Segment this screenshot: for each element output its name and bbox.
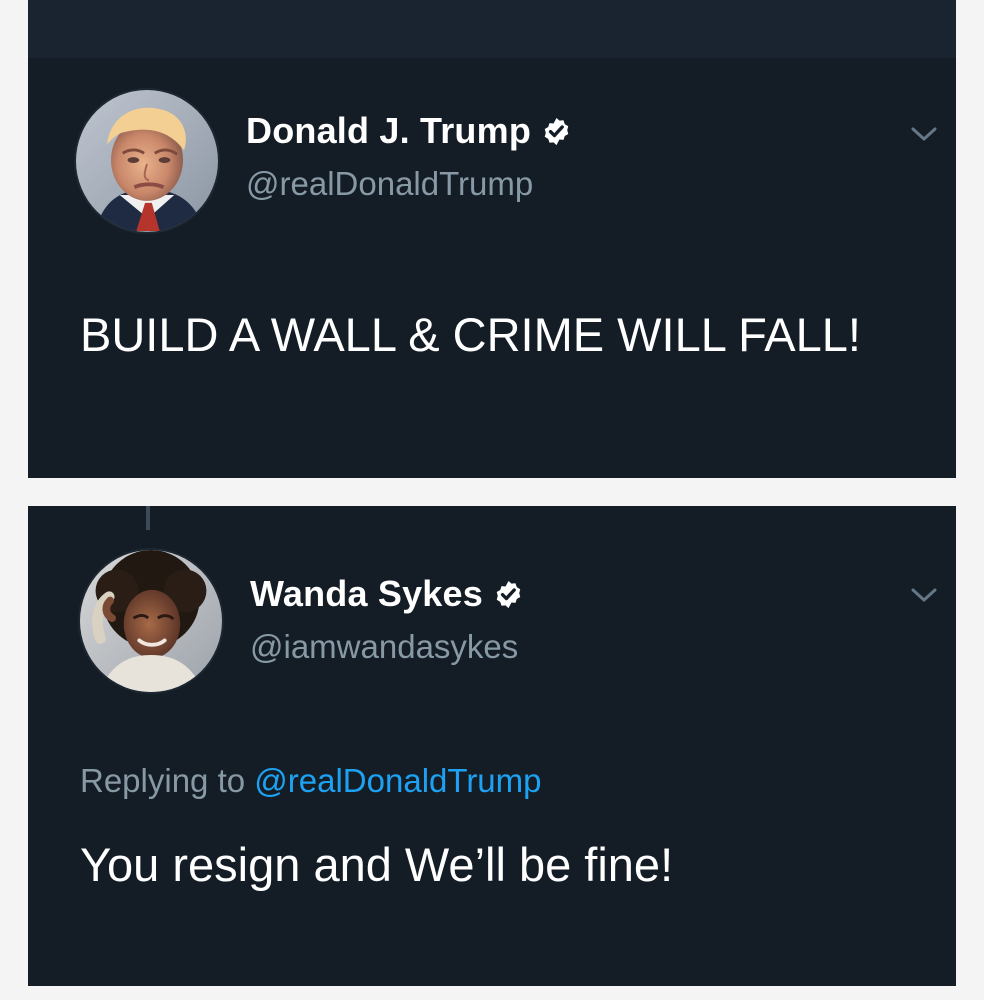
trump-avatar-image [76, 90, 218, 232]
verified-badge-icon [496, 580, 521, 608]
trump-avatar[interactable] [74, 88, 220, 234]
verified-badge-icon [544, 117, 569, 145]
screenshot-page: Donald J. Trump @realDonaldTrump BUILD A… [0, 0, 984, 1000]
replying-to-prefix: Replying to [80, 762, 246, 799]
chevron-down-icon[interactable] [910, 125, 938, 143]
trump-display-name[interactable]: Donald J. Trump [246, 113, 531, 149]
wanda-avatar-image [80, 550, 222, 692]
wanda-handle[interactable]: @iamwandasykes [250, 630, 518, 663]
trump-name-row[interactable]: Donald J. Trump [246, 113, 572, 149]
reply-tweet-card[interactable]: Wanda Sykes @iamwandasykes Replying to @… [28, 506, 956, 986]
chevron-down-icon[interactable] [910, 586, 938, 604]
original-tweet-card[interactable]: Donald J. Trump @realDonaldTrump BUILD A… [28, 0, 956, 478]
original-tweet-text: BUILD A WALL & CRIME WILL FALL! [80, 308, 861, 361]
wanda-name-row[interactable]: Wanda Sykes [250, 576, 524, 612]
thread-connector-line [146, 506, 150, 530]
trump-handle[interactable]: @realDonaldTrump [246, 167, 533, 200]
wanda-display-name[interactable]: Wanda Sykes [250, 576, 483, 612]
replying-to-mention-link[interactable]: @realDonaldTrump [254, 762, 541, 799]
replying-to-line: Replying to @realDonaldTrump [80, 764, 542, 797]
wanda-avatar[interactable] [78, 548, 224, 694]
reply-tweet-text: You resign and We’ll be fine! [80, 838, 674, 891]
